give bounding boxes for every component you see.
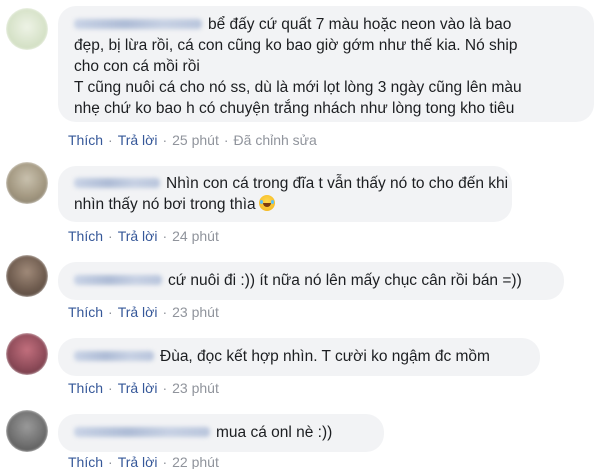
comment-text-line: Đùa, đọc kết hợp nhìn. T cười ko ngậm đc… [160,348,490,365]
comment-bubble: bể đấy cứ quất 7 màu hoặc neon vào là ba… [58,6,594,122]
comment-actions: Thích · Trả lời · 22 phút [68,454,219,469]
comment-text-line: bể đấy cứ quất 7 màu hoặc neon vào là ba… [208,16,512,33]
avatar[interactable] [6,255,48,297]
reply-link[interactable]: Trả lời [118,132,158,148]
comment-timestamp[interactable]: 22 phút [172,454,219,469]
comment-timestamp[interactable]: 25 phút [172,132,219,148]
comment-timestamp[interactable]: 23 phút [172,380,219,396]
commenter-name[interactable] [74,350,154,361]
avatar[interactable] [6,8,48,50]
comment-thread: bể đấy cứ quất 7 màu hoặc neon vào là ba… [0,0,600,469]
comment-text-line: cho con cá mồi rồi [74,58,200,75]
avatar[interactable] [6,410,48,452]
comment-text-line: mua cá onl nè :)) [216,424,333,441]
reply-link[interactable]: Trả lời [118,380,158,396]
comment-text-line: nhẹ chứ ko bao h có chuyện trắng nhách n… [74,100,515,117]
avatar[interactable] [6,162,48,204]
edited-label[interactable]: Đã chỉnh sửa [234,132,317,148]
commenter-name[interactable] [74,274,162,285]
comment-actions: Thích · Trả lời · 23 phút [68,380,219,396]
like-link[interactable]: Thích [68,228,103,244]
commenter-name[interactable] [74,426,210,437]
like-link[interactable]: Thích [68,304,103,320]
comment-bubble: Đùa, đọc kết hợp nhìn. T cười ko ngậm đc… [58,338,540,376]
comment-actions: Thích · Trả lời · 23 phút [68,304,219,320]
laughing-tears-emoji-icon [258,195,275,211]
comment-text-line: Nhìn con cá trong đĩa t vẫn thấy nó to c… [166,175,509,192]
commenter-name[interactable] [74,177,160,188]
comment-actions: Thích · Trả lời · 24 phút [68,228,219,244]
avatar[interactable] [6,333,48,375]
comment-text-line: T cũng nuôi cá cho nó ss, dù là mới lọt … [74,79,522,96]
commenter-name[interactable] [74,18,202,29]
comment-text-line: cứ nuôi đi :)) ít nữa nó lên mấy chục câ… [168,272,522,289]
comment-bubble: Nhìn con cá trong đĩa t vẫn thấy nó to c… [58,166,512,222]
reply-link[interactable]: Trả lời [118,228,158,244]
comment-bubble: cứ nuôi đi :)) ít nữa nó lên mấy chục câ… [58,262,564,300]
comment-text-line: nhìn thấy nó bơi trong thìa [74,196,256,213]
like-link[interactable]: Thích [68,380,103,396]
like-link[interactable]: Thích [68,454,103,469]
comment-timestamp[interactable]: 24 phút [172,228,219,244]
comment-timestamp[interactable]: 23 phút [172,304,219,320]
comment-bubble: mua cá onl nè :)) [58,414,384,452]
like-link[interactable]: Thích [68,132,103,148]
comment-text-line: đẹp, bị lừa rồi, cá con cũng ko bao giờ … [74,37,518,54]
reply-link[interactable]: Trả lời [118,304,158,320]
reply-link[interactable]: Trả lời [118,454,158,469]
comment-actions: Thích · Trả lời · 25 phút · Đã chỉnh sửa [68,132,317,148]
